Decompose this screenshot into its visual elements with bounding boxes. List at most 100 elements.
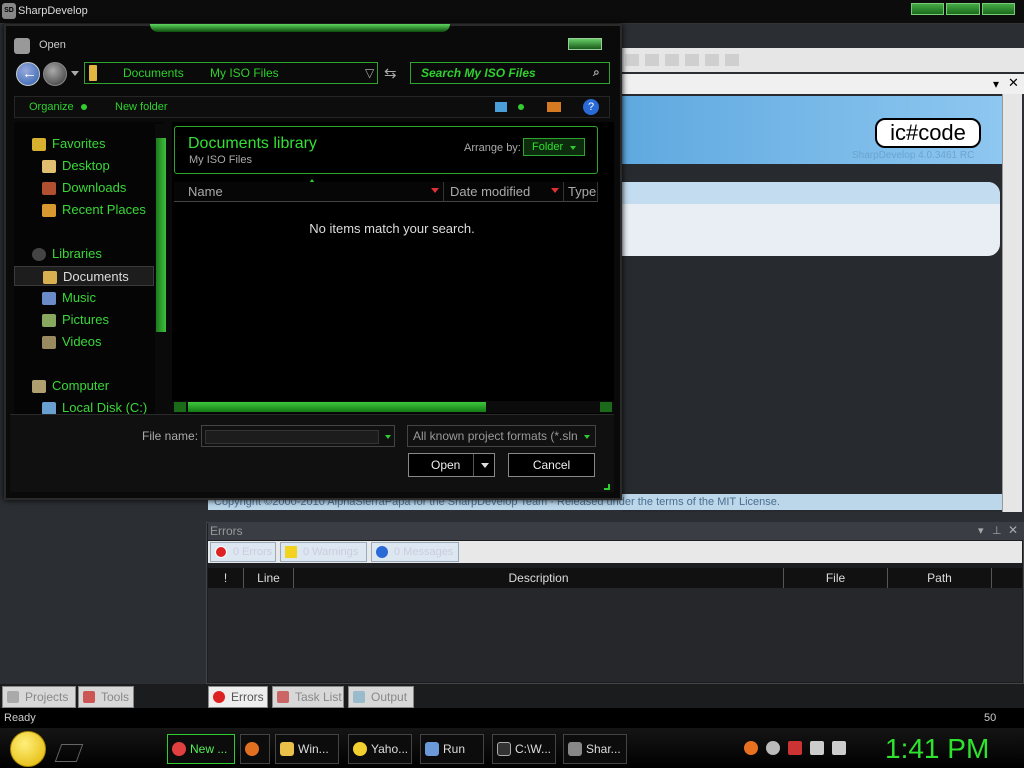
scroll-left-button[interactable] [174, 402, 186, 412]
maximize-button[interactable] [946, 3, 980, 15]
clock[interactable]: 1:41 PM [885, 733, 989, 765]
history-dropdown-icon[interactable] [71, 71, 79, 76]
network-icon[interactable] [810, 741, 824, 755]
error-icon [215, 546, 227, 558]
open-options-icon[interactable] [481, 463, 489, 468]
folder-icon [280, 742, 294, 756]
column-date-modified[interactable]: Date modified [444, 182, 564, 202]
back-button[interactable]: ← [16, 62, 40, 86]
forward-button[interactable] [43, 62, 67, 86]
close-button[interactable] [981, 3, 1015, 15]
col-description[interactable]: Description [294, 568, 784, 588]
warnings-filter-button[interactable]: 0 Warnings [280, 542, 367, 562]
view-options-icon[interactable] [495, 102, 507, 112]
nav-pictures[interactable]: Pictures [14, 310, 154, 330]
library-icon [89, 65, 97, 81]
taskbar-chrome[interactable]: New ... [167, 734, 235, 764]
nav-downloads[interactable]: Downloads [14, 178, 154, 198]
chevron-down-icon [584, 435, 590, 439]
file-name-field[interactable] [205, 430, 379, 444]
close-pad-icon[interactable]: ✕ [1008, 523, 1018, 537]
file-name-dropdown-icon[interactable] [385, 435, 391, 439]
app-title: SharpDevelop [18, 5, 88, 17]
star-icon [32, 138, 46, 151]
nav-music[interactable]: Music [14, 288, 154, 308]
help-icon[interactable]: ? [583, 99, 599, 115]
tab-tools[interactable]: Tools [78, 686, 134, 708]
pad-menu-icon[interactable]: ▾ [978, 524, 984, 537]
messages-filter-button[interactable]: 0 Messages [371, 542, 459, 562]
yahoo-icon [353, 742, 367, 756]
close-doc-icon[interactable]: ✕ [1008, 75, 1019, 91]
taskbar-explorer[interactable]: Win... [275, 734, 339, 764]
search-tray-icon[interactable] [744, 741, 758, 755]
view-dropdown-icon[interactable] [518, 104, 524, 110]
tab-list-icon[interactable]: ▾ [993, 77, 999, 91]
dialog-top-glow [150, 24, 450, 32]
tab-task-list[interactable]: Task List [272, 686, 344, 708]
tab-projects[interactable]: Projects [2, 686, 76, 708]
file-list-scroll-thumb[interactable] [188, 402, 486, 412]
messenger-icon[interactable] [766, 741, 780, 755]
pin-icon[interactable]: ⊥ [992, 524, 1002, 537]
cancel-button[interactable]: Cancel [508, 453, 595, 477]
taskbar-sharpdevelop[interactable]: Shar... [563, 734, 627, 764]
taskbar-run[interactable]: Run [420, 734, 484, 764]
search-icon[interactable] [725, 54, 739, 66]
tab-errors[interactable]: Errors [208, 686, 268, 708]
tab-output[interactable]: Output [348, 686, 414, 708]
column-dropdown-icon[interactable] [551, 188, 559, 193]
sharpdevelop-icon [568, 742, 582, 756]
toolbar-icon[interactable] [625, 54, 639, 66]
new-folder-button[interactable]: New folder [115, 101, 168, 113]
nav-computer[interactable]: Computer [14, 376, 154, 396]
toolbar-icon[interactable] [645, 54, 659, 66]
nav-videos[interactable]: Videos [14, 332, 154, 352]
taskbar-cmd[interactable]: C:\W... [492, 734, 556, 764]
breadcrumb-my-iso-files[interactable]: My ISO Files [210, 66, 279, 80]
col-severity[interactable]: ! [208, 568, 244, 588]
arrange-by-dropdown[interactable]: Folder [523, 138, 585, 156]
organize-button[interactable]: Organize [29, 101, 74, 113]
address-dropdown-icon[interactable]: ▽ [365, 66, 374, 80]
nav-libraries[interactable]: Libraries [14, 244, 154, 264]
nav-pane-scroll-thumb[interactable] [156, 138, 166, 332]
nav-documents[interactable]: Documents [14, 266, 154, 286]
nav-desktop[interactable]: Desktop [14, 156, 154, 176]
taskbar-yahoo[interactable]: Yaho... [348, 734, 412, 764]
search-input[interactable]: Search My ISO Files ⌕ [410, 62, 610, 84]
breadcrumb-documents[interactable]: Documents [123, 66, 184, 80]
col-file[interactable]: File [784, 568, 888, 588]
preview-pane-icon[interactable] [547, 102, 561, 112]
window-controls [911, 3, 1015, 15]
file-type-select[interactable]: All known project formats (*.sln [407, 425, 596, 447]
toolbar-icon[interactable] [665, 54, 679, 66]
refresh-icon[interactable]: ⇆ [384, 64, 397, 82]
dialog-close-button[interactable] [568, 38, 602, 50]
taskbar-firefox[interactable] [240, 734, 270, 764]
minimize-button[interactable] [911, 3, 945, 15]
action-center-icon[interactable] [788, 741, 802, 755]
errors-filter-button[interactable]: 0 Errors [210, 542, 276, 562]
version-text: SharpDevelop 4.0.3461 RC [852, 150, 975, 161]
start-button[interactable] [10, 731, 46, 767]
open-button[interactable]: Open [408, 453, 495, 477]
volume-icon[interactable] [832, 741, 846, 755]
scroll-right-button[interactable] [600, 402, 612, 412]
command-bar: Organize New folder ? [14, 96, 610, 118]
start-page-scrollbar[interactable] [1002, 94, 1022, 512]
resize-grip-icon[interactable] [604, 484, 610, 490]
toolbar-icon[interactable] [685, 54, 699, 66]
column-type[interactable]: Type [564, 182, 598, 202]
search-icon[interactable]: ⌕ [593, 65, 600, 80]
toolbar-icon[interactable] [705, 54, 719, 66]
column-name[interactable]: Name [174, 182, 444, 202]
col-line[interactable]: Line [244, 568, 294, 588]
nav-favorites[interactable]: Favorites [14, 134, 154, 154]
arrange-by-label: Arrange by: [464, 142, 521, 154]
col-path[interactable]: Path [888, 568, 992, 588]
document-tab-bar [622, 74, 1024, 94]
nav-recent-places[interactable]: Recent Places [14, 200, 154, 220]
address-bar[interactable]: Documents My ISO Files ▽ [84, 62, 378, 84]
column-dropdown-icon[interactable] [431, 188, 439, 193]
